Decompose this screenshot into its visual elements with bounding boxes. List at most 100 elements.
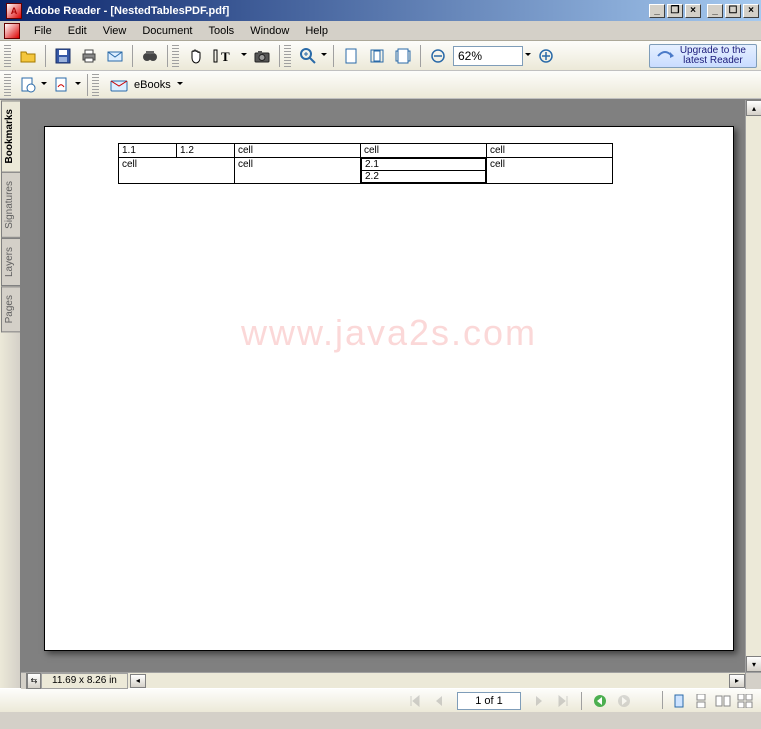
page-actual-icon [343,48,359,64]
hand-icon [188,48,204,64]
zoom-out-button[interactable] [426,44,450,68]
side-tab-signatures[interactable]: Signatures [1,172,20,238]
table-cell: cell [235,158,361,184]
toolbar-grip-2[interactable] [172,45,179,67]
facing-icon [715,694,731,708]
menu-help[interactable]: Help [297,23,336,39]
zoom-in-plus-button[interactable] [534,44,558,68]
toolbar-grip-5[interactable] [92,74,99,96]
zoom-in-icon [300,48,316,64]
actual-size-button[interactable] [339,44,363,68]
toolbar-area: T 62% [0,41,761,100]
menu-view[interactable]: View [95,23,135,39]
close-doc-button[interactable]: × [685,4,701,18]
single-page-button[interactable] [669,691,689,711]
prev-view-button[interactable] [590,691,610,711]
continuous-facing-button[interactable] [735,691,755,711]
menu-tools[interactable]: Tools [201,23,243,39]
adobe-reader-icon: A [6,3,22,19]
review-button[interactable] [16,73,40,97]
forward-circle-icon [617,694,631,708]
printer-icon [81,48,97,64]
document-review-icon [20,77,36,93]
save-button[interactable] [51,44,75,68]
folder-open-icon [19,48,37,64]
hand-tool-button[interactable] [184,44,208,68]
select-text-button[interactable]: T [210,44,240,68]
camera-icon [254,48,270,64]
dims-toggle[interactable]: ⇆ [27,673,41,689]
signature-dropdown[interactable] [73,82,83,88]
next-page-button[interactable] [529,691,549,711]
table-cell: 1.1 [119,144,177,158]
navigation-bar: 1 of 1 [0,688,761,712]
table-cell: cell [487,144,613,158]
continuous-icon [694,694,708,708]
ebooks-dropdown-arrow [177,79,183,91]
fit-width-button[interactable] [391,44,415,68]
zoom-value-input[interactable]: 62% [453,46,523,66]
zoom-value-dropdown[interactable] [523,53,533,59]
minimize-button[interactable]: _ [707,4,723,18]
menu-file[interactable]: File [26,23,60,39]
next-view-button[interactable] [614,691,634,711]
toolbar-grip[interactable] [4,45,11,67]
zoom-dropdown[interactable] [319,53,329,59]
fit-page-button[interactable] [365,44,389,68]
horizontal-scrollbar[interactable]: ◂ ▸ [130,674,745,688]
side-tab-bookmarks[interactable]: Bookmarks [1,100,20,172]
page-indicator-input[interactable]: 1 of 1 [457,692,521,710]
watermark-text: www.java2s.com [45,312,733,354]
envelope-icon [107,48,123,64]
prev-page-button[interactable] [429,691,449,711]
svg-text:T: T [221,49,230,64]
vertical-scrollbar[interactable]: ▴ ▾ [745,100,761,672]
open-button[interactable] [16,44,40,68]
side-tab-pages[interactable]: Pages [1,286,20,332]
document-canvas[interactable]: 1.1 1.2 cell cell cell cell cell 2.1 [21,100,745,672]
scroll-down-button[interactable]: ▾ [746,656,761,672]
snapshot-tool-button[interactable] [250,44,274,68]
scroll-left-button[interactable]: ◂ [130,674,146,688]
title-bar: A Adobe Reader - [NestedTablesPDF.pdf] _… [0,0,761,21]
pdf-nested-table: 1.1 1.2 cell cell cell cell cell 2.1 [118,143,613,184]
restore-doc-button[interactable]: ❐ [667,4,683,18]
last-page-button[interactable] [553,691,573,711]
menu-edit[interactable]: Edit [60,23,95,39]
fit-page-icon [369,48,385,64]
facing-button[interactable] [713,691,733,711]
continuous-button[interactable] [691,691,711,711]
select-dropdown[interactable] [239,53,249,59]
toolbar-grip-3[interactable] [284,45,291,67]
scroll-right-button[interactable]: ▸ [729,674,745,688]
toolbar-grip-4[interactable] [4,74,11,96]
table-cell: cell [487,158,613,184]
print-button[interactable] [77,44,101,68]
horizontal-scrollbar-row: ⇆ 11.69 x 8.26 in ◂ ▸ [21,672,761,688]
toolbar-secondary: eBooks [0,71,761,99]
upgrade-banner[interactable]: Upgrade to the latest Reader [649,44,757,68]
maximize-button[interactable]: ☐ [725,4,741,18]
signature-button[interactable] [50,73,74,97]
zoom-in-button[interactable] [296,44,320,68]
close-button[interactable]: × [743,4,759,18]
scroll-up-button[interactable]: ▴ [746,100,761,116]
menu-document[interactable]: Document [134,23,200,39]
ebooks-button[interactable]: eBooks [103,74,190,96]
table-cell: cell [119,158,235,184]
toolbar-main: T 62% [0,41,761,71]
review-dropdown[interactable] [39,82,49,88]
first-page-button[interactable] [405,691,425,711]
email-button[interactable] [103,44,127,68]
inner-cell: 2.2 [362,171,486,183]
search-button[interactable] [138,44,162,68]
binoculars-icon [142,48,158,64]
main-area: Bookmarks Signatures Layers Pages 1.1 1.… [0,100,761,688]
side-tab-layers[interactable]: Layers [1,238,20,286]
minimize-doc-button[interactable]: _ [649,4,665,18]
menu-window[interactable]: Window [242,23,297,39]
minus-circle-icon [431,49,445,63]
table-row: 1.1 1.2 cell cell cell [119,144,613,158]
first-page-icon [409,695,421,707]
table-cell: cell [361,144,487,158]
